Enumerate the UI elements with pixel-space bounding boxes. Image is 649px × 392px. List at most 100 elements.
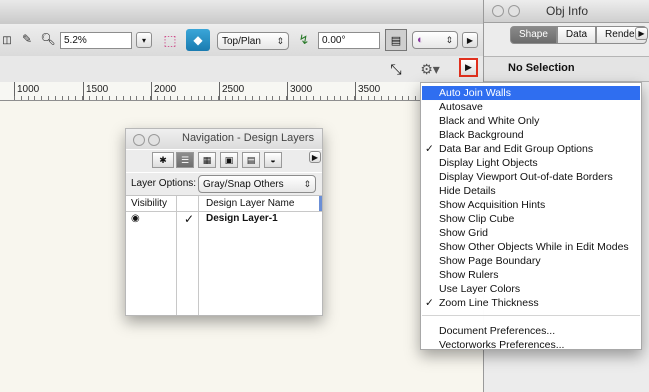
navigation-title: Navigation - Design Layers xyxy=(182,132,315,144)
ruler-label: 2500 xyxy=(222,84,245,95)
minimize-icon[interactable] xyxy=(148,134,160,146)
obj-info-tabs: Shape Data Render xyxy=(510,26,647,44)
window-title-bar xyxy=(0,0,483,25)
menu-item[interactable]: Document Preferences... xyxy=(422,324,640,338)
menu-item[interactable]: Show Grid xyxy=(422,226,640,240)
obj-info-title-bar[interactable]: Obj Info xyxy=(484,0,649,23)
menu-item-label: Use Layer Colors xyxy=(439,283,521,295)
menu-item[interactable]: Display Light Objects xyxy=(422,156,640,170)
view-select[interactable]: Top/Plan ⇕ xyxy=(217,32,289,50)
menu-item[interactable]: Black and White Only xyxy=(422,114,640,128)
minimize-icon[interactable] xyxy=(508,5,520,17)
ruler-label: 1500 xyxy=(86,84,109,95)
table-row[interactable]: ◉ ✓ Design Layer-1 xyxy=(126,212,322,227)
menu-item-label: Document Preferences... xyxy=(439,325,556,337)
preferences-menu-button[interactable]: ▶ xyxy=(459,58,478,77)
ruler-label: 2000 xyxy=(154,84,177,95)
active-layer-check[interactable]: ✓ xyxy=(184,212,194,226)
menu-item-label: Data Bar and Edit Group Options xyxy=(439,143,594,155)
visibility-eye-icon[interactable]: ◉ xyxy=(131,213,140,224)
referenced-files-icon[interactable]: ▤ xyxy=(242,152,260,168)
snap-tool-icon[interactable]: ⤡ xyxy=(386,59,406,79)
menu-item-label: Show Acquisition Hints xyxy=(439,199,546,211)
menu-item-label: Show Grid xyxy=(439,227,489,239)
render-mode-icon[interactable]: ▤ xyxy=(385,29,407,51)
tab-shape[interactable]: Shape xyxy=(510,26,557,44)
menu-item-label: Show Other Objects While in Edit Modes xyxy=(439,241,629,253)
menu-item-label: Autosave xyxy=(439,101,483,113)
menu-item[interactable]: Autosave xyxy=(422,100,640,114)
zoom-dropdown-button[interactable]: ▾ xyxy=(136,32,152,48)
menu-item[interactable]: Show Rulers xyxy=(422,268,640,282)
view-bar: ◫ ✎ 🔍︎ 5.2% ▾ ⬚ ◆ Top/Plan ⇕ ↯ 0.00° ▤ ◐… xyxy=(0,24,483,57)
column-header-visibility[interactable]: Visibility xyxy=(131,198,167,209)
menu-item-check: ✓ xyxy=(425,143,434,155)
menu-item-label: Vectorworks Preferences... xyxy=(439,339,565,351)
menu-item[interactable]: Black Background xyxy=(422,128,640,142)
menu-item-label: Show Page Boundary xyxy=(439,255,541,267)
navigation-title-bar[interactable]: Navigation - Design Layers xyxy=(126,129,322,149)
view-select-label: Top/Plan xyxy=(222,35,261,47)
menu-item[interactable]: ✓ Data Bar and Edit Group Options xyxy=(422,142,640,156)
zoom-tool-icon[interactable]: ✎ xyxy=(18,30,36,48)
menu-item-label: Auto Join Walls xyxy=(439,87,511,99)
menu-item-label: Display Viewport Out-of-date Borders xyxy=(439,171,613,183)
menu-item-label: Show Clip Cube xyxy=(439,213,515,225)
layer-options-row: Layer Options: Gray/Snap Others ⇕ xyxy=(126,173,322,196)
obj-info-menu-button[interactable]: ▶ xyxy=(635,27,648,40)
view-bar-menu-button[interactable]: ▶ xyxy=(462,32,478,48)
chevron-updown-icon: ⇕ xyxy=(276,35,284,46)
symbols-icon[interactable]: ◒ xyxy=(264,152,282,168)
preferences-menu: Auto Join Walls Autosave Black and White O… xyxy=(420,82,642,352)
menu-item-label: Hide Details xyxy=(439,185,496,197)
zoom-field[interactable]: 5.2% xyxy=(60,32,132,49)
layer-name: Design Layer-1 xyxy=(206,213,278,224)
page-icon[interactable]: ◫ xyxy=(2,32,12,48)
sheet-layers-icon[interactable]: ▦ xyxy=(198,152,216,168)
menu-item-label: Black and White Only xyxy=(439,115,540,127)
ruler-label: 3000 xyxy=(290,84,313,95)
navigation-palette: Navigation - Design Layers ✱ ☰ ▦ ▣ ▤ ◒ ▶… xyxy=(125,128,323,316)
chevron-updown-icon: ⇕ xyxy=(303,178,311,189)
menu-item[interactable]: Show Other Objects While in Edit Modes xyxy=(422,240,640,254)
obj-info-title: Obj Info xyxy=(546,4,589,18)
navigation-view-icons: ✱ ☰ ▦ ▣ ▤ ◒ ▶ xyxy=(126,150,322,172)
close-icon[interactable] xyxy=(133,134,145,146)
layer-options-label: Layer Options: xyxy=(131,178,197,189)
design-layers-icon[interactable]: ☰ xyxy=(176,152,194,168)
menu-item[interactable]: Show Clip Cube xyxy=(422,212,640,226)
menu-item-label: Display Light Objects xyxy=(439,157,538,169)
layer-options-select[interactable]: Gray/Snap Others ⇕ xyxy=(198,175,316,193)
menu-item-check: ✓ xyxy=(425,297,434,309)
selection-status: No Selection xyxy=(484,56,649,82)
chevron-updown-icon: ⇕ xyxy=(445,34,453,45)
menu-item-label: Show Rulers xyxy=(439,269,499,281)
menu-item[interactable]: Use Layer Colors xyxy=(422,282,640,296)
projection-select[interactable]: ◐ ⇕ xyxy=(412,31,458,49)
menu-item-label: Black Background xyxy=(439,129,524,141)
ruler-label: 3500 xyxy=(358,84,381,95)
data-bar: ⤡ ⚙▾ ▶ xyxy=(0,56,483,83)
horizontal-ruler: 1000 1500 2000 2500 3000 3500 xyxy=(0,82,483,101)
menu-item[interactable]: Hide Details xyxy=(422,184,640,198)
menu-item[interactable]: ✓ Zoom Line Thickness xyxy=(422,296,640,310)
close-icon[interactable] xyxy=(492,5,504,17)
zoom-magnifier-icon[interactable]: 🔍︎ xyxy=(40,30,56,48)
classes-icon[interactable]: ✱ xyxy=(152,152,174,168)
menu-item[interactable]: Show Acquisition Hints xyxy=(422,198,640,212)
view-diamond-icon[interactable]: ◆ xyxy=(186,29,210,51)
menu-item[interactable]: Display Viewport Out-of-date Borders xyxy=(422,170,640,184)
menu-item[interactable]: Auto Join Walls xyxy=(422,86,640,100)
scrollbar[interactable] xyxy=(319,196,322,211)
rotation-field[interactable]: 0.00° xyxy=(318,32,380,49)
layer-table: Visibility Design Layer Name ◉ ✓ Design … xyxy=(126,196,322,315)
column-header-layer-name[interactable]: Design Layer Name xyxy=(206,198,294,209)
flyover-tool-icon[interactable]: ⬚ xyxy=(160,30,180,50)
rotate-plan-icon[interactable]: ↯ xyxy=(293,30,315,50)
menu-item[interactable]: Vectorworks Preferences... xyxy=(422,338,640,352)
navigation-menu-button[interactable]: ▶ xyxy=(309,151,321,163)
gear-icon[interactable]: ⚙▾ xyxy=(419,59,441,79)
menu-item[interactable]: Show Page Boundary xyxy=(422,254,640,268)
saved-views-icon[interactable]: ▣ xyxy=(220,152,238,168)
tab-data[interactable]: Data xyxy=(556,26,597,44)
